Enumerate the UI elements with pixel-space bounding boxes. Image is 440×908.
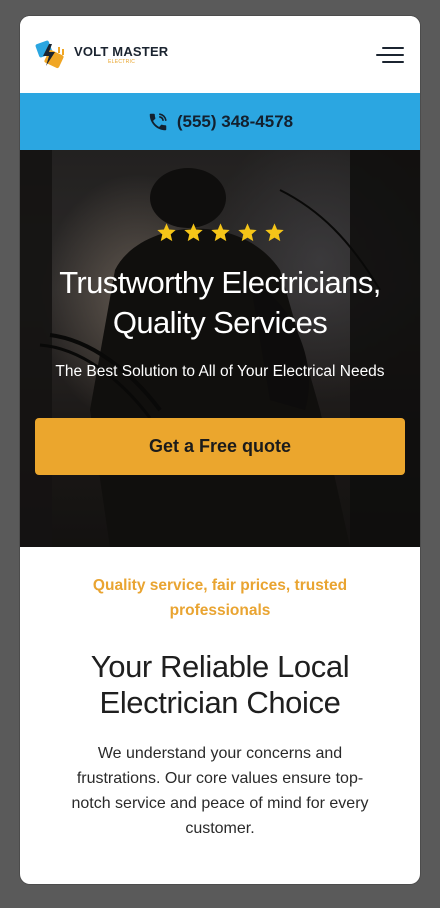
intro-title: Your Reliable Local Electrician Choice <box>46 649 394 721</box>
hamburger-menu-icon[interactable] <box>376 45 404 65</box>
intro-section: Quality service, fair prices, trusted pr… <box>20 547 420 841</box>
star-icon <box>183 223 203 242</box>
star-icon <box>210 223 230 242</box>
star-icon <box>264 223 284 242</box>
phone-frame: VOLT MASTER ELECTRIC (555) 348-4578 Trus… <box>20 16 420 884</box>
intro-title-line2: Electrician Choice <box>99 685 341 720</box>
hero-subtitle: The Best Solution to All of Your Electri… <box>55 363 385 380</box>
site-header: VOLT MASTER ELECTRIC <box>20 16 420 93</box>
intro-body: We understand your concerns and frustrat… <box>71 745 369 837</box>
get-quote-button[interactable]: Get a Free quote <box>35 418 405 475</box>
phone-number: (555) 348-4578 <box>176 111 294 131</box>
brand-wordmark: VOLT MASTER ELECTRIC <box>74 45 168 65</box>
phone-ringing-icon <box>149 112 167 130</box>
intro-eyebrow: Quality service, fair prices, trusted pr… <box>92 577 348 619</box>
hero-section: Trustworthy Electricians, Quality Servic… <box>20 150 420 547</box>
hero-content: Trustworthy Electricians, Quality Servic… <box>20 222 420 381</box>
lightning-plug-icon <box>35 40 64 68</box>
star-icon <box>156 223 176 242</box>
hero-title: Trustworthy Electricians, Quality Servic… <box>20 263 420 343</box>
hero-title-line2: Quality Services <box>112 305 328 340</box>
brand-name: VOLT MASTER <box>74 43 169 59</box>
brand-logo[interactable]: VOLT MASTER ELECTRIC <box>34 38 168 72</box>
star-icon <box>237 223 257 242</box>
intro-title-line1: Your Reliable Local <box>90 649 350 684</box>
rating-stars <box>20 222 420 243</box>
phone-call-bar[interactable]: (555) 348-4578 <box>20 93 420 150</box>
hero-title-line1: Trustworthy Electricians, <box>59 265 381 300</box>
brand-tagline: ELECTRIC <box>108 58 136 65</box>
